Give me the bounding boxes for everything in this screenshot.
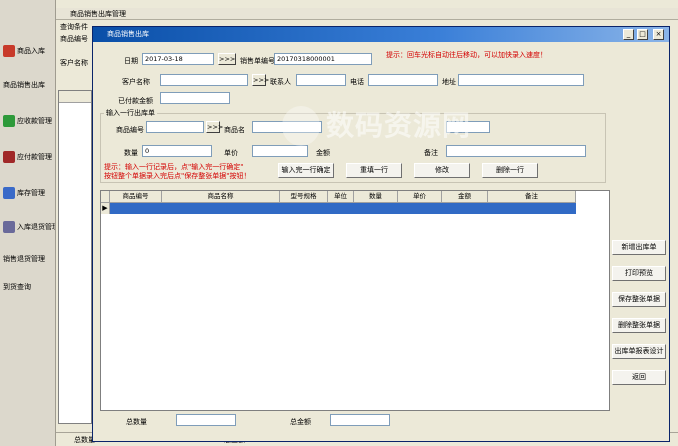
total-qty-field — [176, 414, 236, 426]
dialog-title: 商品销售出库 — [107, 30, 149, 38]
paid-amount-label: 已付款金额 — [118, 97, 153, 105]
column-header[interactable]: 商品编号 — [110, 191, 162, 203]
print-preview-button[interactable]: 打印预览 — [612, 266, 666, 281]
maximize-button[interactable]: □ — [637, 29, 648, 40]
report-design-button[interactable]: 出库单报表设计 — [612, 344, 666, 359]
customer-picker-button[interactable]: >>> — [252, 74, 269, 86]
query-conditions-label: 查询条件 — [60, 23, 88, 31]
total-amount-label: 总金额 — [290, 418, 311, 426]
sidebar-item-label: 应付款管理 — [17, 153, 52, 161]
sidebar-item-label: 应收款管理 — [17, 117, 52, 125]
money-icon — [3, 115, 15, 127]
sidebar-item-label: 到货查询 — [3, 283, 31, 291]
column-header[interactable]: 数量 — [354, 191, 398, 203]
background-window-title: 商品销售出库管理 — [56, 8, 678, 20]
qty-label: 数量 — [124, 149, 138, 157]
product-name-label: 商品名 — [224, 126, 245, 134]
column-header[interactable]: 单价 — [398, 191, 442, 203]
sidebar-item-label: 销售退货管理 — [3, 255, 45, 263]
app-sidebar: 商品入库 商品销售出库 应收款管理 应付款管理 库存管理 入库退货管理 销售退货… — [0, 0, 56, 446]
product-code-input[interactable] — [146, 121, 204, 133]
rewrite-row-button[interactable]: 重填一行 — [346, 163, 402, 178]
confirm-row-button[interactable]: 输入完一行确定 — [278, 163, 334, 178]
note-label: 备注 — [424, 149, 438, 157]
amount-label: 金额 — [316, 149, 330, 157]
product-picker-button[interactable]: >>> — [206, 121, 223, 133]
sidebar-item-payables[interactable]: 应付款管理 — [1, 148, 55, 166]
watermark-logo — [282, 106, 320, 146]
current-row-indicator: ▶ — [101, 203, 110, 214]
column-header[interactable]: 型号规格 — [280, 191, 328, 203]
row-header-corner — [101, 191, 110, 203]
address-input[interactable] — [458, 74, 584, 86]
dialog-title-bar[interactable]: 商品销售出库 _ □ × — [93, 27, 669, 42]
phone-input[interactable] — [368, 74, 438, 86]
sidebar-item-arrival-query[interactable]: 到货查询 — [1, 278, 55, 296]
edit-button[interactable]: 修改 — [414, 163, 470, 178]
column-header[interactable]: 备注 — [488, 191, 576, 203]
qty-input[interactable]: 0 — [142, 145, 212, 157]
sidebar-item-inventory[interactable]: 库存管理 — [1, 184, 55, 202]
customer-label: 客户名称 — [122, 78, 150, 86]
back-button[interactable]: 返回 — [612, 370, 666, 385]
total-qty-label: 总数量 — [126, 418, 147, 426]
sidebar-item-label: 商品入库 — [17, 47, 45, 55]
price-input[interactable] — [252, 145, 308, 157]
sidebar-item-label: 商品销售出库 — [3, 81, 45, 89]
minimize-button[interactable]: _ — [623, 29, 634, 40]
table-row[interactable] — [110, 203, 576, 214]
total-amount-field — [330, 414, 390, 426]
contact-label: 联系人 — [270, 78, 291, 86]
sidebar-item-inbound-return[interactable]: 入库退货管理 — [1, 218, 55, 236]
paid-amount-input[interactable] — [160, 92, 230, 104]
sidebar-item-receivables[interactable]: 应收款管理 — [1, 112, 55, 130]
column-header[interactable]: 商品名称 — [162, 191, 280, 203]
sidebar-item-label: 入库退货管理 — [17, 223, 55, 231]
input-row-group-label: 输入一行出库单 — [104, 108, 157, 118]
order-no-input[interactable]: 20170318000001 — [274, 53, 372, 65]
product-code-label: 商品编号 — [116, 126, 144, 134]
contact-input[interactable] — [296, 74, 346, 86]
address-label: 地址 — [442, 78, 456, 86]
watermark-text: 数码资源网 — [326, 109, 472, 142]
payment-icon — [3, 151, 15, 163]
order-no-label: 销售单编号 — [240, 57, 275, 65]
new-outbound-button[interactable]: 新增出库单 — [612, 240, 666, 255]
box-icon — [3, 45, 15, 57]
sidebar-item-sales-return[interactable]: 销售退货管理 — [1, 250, 55, 268]
customer-input[interactable] — [160, 74, 248, 86]
sidebar-item-label: 库存管理 — [17, 189, 45, 197]
sidebar-item-sales-outbound[interactable]: 商品销售出库 — [1, 76, 55, 94]
delete-order-button[interactable]: 删除整张单据 — [612, 318, 666, 333]
delete-row-button[interactable]: 删除一行 — [482, 163, 538, 178]
bg-product-code-label: 商品编号 — [60, 35, 88, 43]
background-grid — [58, 90, 92, 424]
note-input[interactable] — [446, 145, 586, 157]
close-button[interactable]: × — [653, 29, 664, 40]
save-order-button[interactable]: 保存整张单据 — [612, 292, 666, 307]
hint-red-line-2: 按钮整个单据录入完后点"保存整张单据"按钮！ — [104, 172, 251, 180]
price-label: 单价 — [224, 149, 238, 157]
sidebar-item-product-inbound[interactable]: 商品入库 — [1, 42, 55, 60]
date-picker-button[interactable]: >>> — [218, 53, 236, 65]
warehouse-icon — [3, 187, 15, 199]
date-label: 日期 — [124, 57, 138, 65]
outbound-grid: 商品编号 商品名称 型号规格 单位 数量 单价 金额 备注 ▶ — [100, 190, 610, 411]
return-icon — [3, 221, 15, 233]
bg-customer-label: 客户名称 — [60, 59, 88, 67]
hint-top: 提示：回车光标自动往后移动，可以加快录入速度！ — [386, 51, 547, 59]
column-header[interactable]: 金额 — [442, 191, 488, 203]
phone-label: 电话 — [350, 78, 364, 86]
watermark: 数码资源网 — [282, 106, 482, 146]
date-input[interactable]: 2017-03-18 — [142, 53, 214, 65]
column-header[interactable]: 单位 — [328, 191, 354, 203]
